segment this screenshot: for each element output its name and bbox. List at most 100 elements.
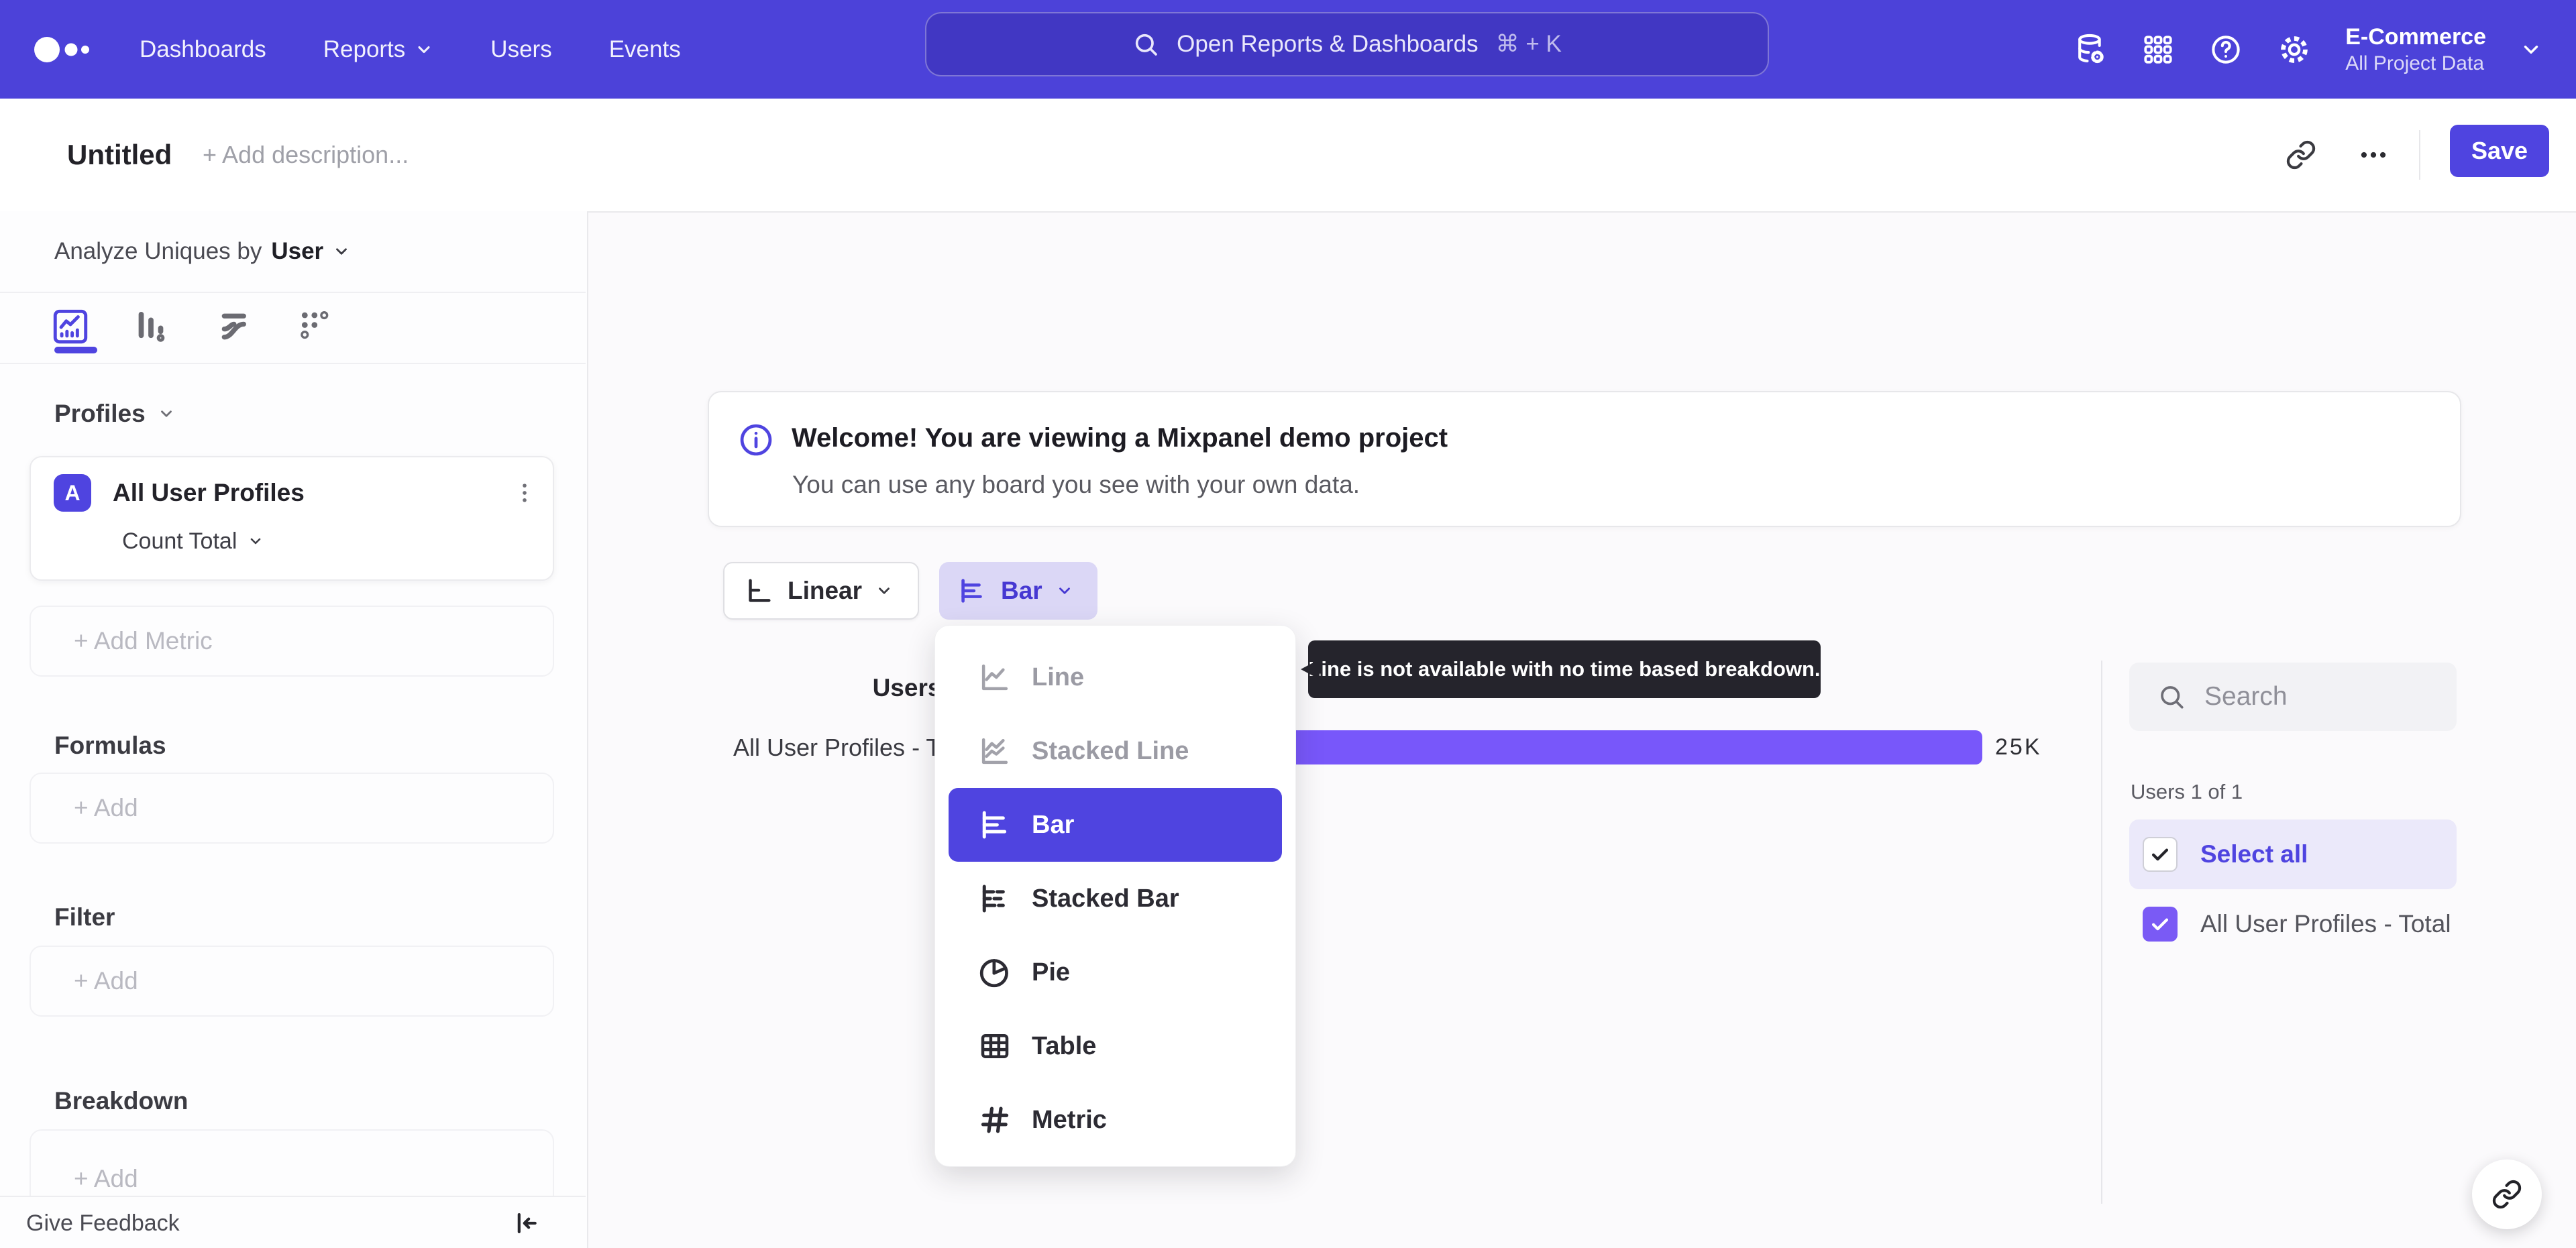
filter-label: Filter [54,903,115,931]
sidebar-footer: Give Feedback [0,1196,586,1248]
check-icon [2151,918,2169,931]
legend-panel-divider [2101,661,2102,1204]
analyze-entity-dropdown[interactable]: User [271,238,350,265]
line-chart-icon [981,664,1008,691]
menu-item-line[interactable]: Line [949,640,1282,714]
chevron-down-icon [418,46,430,53]
stacked-line-chart-icon [981,738,1008,764]
settings-gear-icon[interactable] [2277,32,2312,67]
chart-type-menu: Line Stacked Line Bar Stacked Bar Pie Ta… [934,625,1296,1167]
give-feedback-link[interactable]: Give Feedback [26,1197,180,1248]
scale-dropdown-button[interactable]: Linear [723,562,919,620]
nav-item-events[interactable]: Events [609,36,681,63]
share-link-fab[interactable] [2472,1159,2542,1229]
breakdown-label: Breakdown [54,1087,189,1115]
toolbar-divider [2419,130,2420,180]
metric-name[interactable]: All User Profiles [113,474,305,512]
add-formula-label: + Add [74,794,138,821]
search-placeholder: Open Reports & Dashboards [1177,31,1479,57]
metric-card: A All User Profiles Count Total [30,456,554,581]
data-management-icon[interactable] [2073,32,2108,67]
menu-item-metric[interactable]: Metric [949,1083,1282,1157]
select-all-checkbox[interactable] [2143,837,2178,872]
chart-type-dropdown-button[interactable]: Bar [939,562,1097,620]
mixpanel-logo[interactable] [32,34,97,66]
link-icon [2492,1180,2522,1209]
legend-item-checkbox[interactable] [2143,907,2178,942]
project-switcher[interactable]: E-Commerce All Project Data [2345,23,2486,76]
metric-letter-badge: A [54,474,91,512]
add-description-button[interactable]: + Add description... [203,99,409,211]
select-all-row[interactable]: Select all [2129,819,2457,889]
apps-grid-icon[interactable] [2141,33,2175,66]
nav-label: Users [490,36,552,62]
formulas-label: Formulas [54,732,166,759]
chevron-down-icon [1059,587,1070,594]
copy-link-button[interactable] [2279,131,2322,178]
mixpanel-app: Dashboards Reports Users Events Open Rep… [0,0,2576,1248]
help-icon[interactable] [2208,32,2243,67]
project-scope: All Project Data [2345,52,2484,74]
info-icon [738,422,774,458]
sidebar-divider [0,363,586,364]
legend-item-label: All User Profiles - Total [2200,910,2451,938]
chevron-down-icon [879,587,890,594]
collapse-sidebar-button[interactable] [502,1197,549,1248]
menu-item-pie[interactable]: Pie [949,935,1282,1009]
profiles-section-header[interactable]: Profiles [54,397,175,431]
menu-item-bar[interactable]: Bar [949,788,1282,862]
nav-item-dashboards[interactable]: Dashboards [140,36,266,63]
stacked-bar-chart-icon [982,885,1005,913]
chevron-down-icon [251,538,261,545]
save-button[interactable]: Save [2450,125,2549,177]
tab-flows[interactable] [211,303,258,350]
chart-users-column-header: Users [872,674,942,701]
add-metric-card[interactable]: + Add Metric [30,606,554,677]
chevron-down-icon [336,248,347,255]
disabled-option-tooltip: Line is not available with no time based… [1308,640,1821,698]
nav-item-reports[interactable]: Reports [323,36,434,63]
check-icon [2151,848,2169,861]
analyze-uniques-row: Analyze Uniques by User [54,228,350,275]
menu-label: Stacked Line [1032,736,1189,765]
chart-type-label: Bar [1001,577,1042,604]
more-actions-button[interactable] [2347,131,2400,178]
menu-label: Table [1032,1031,1097,1060]
menu-label: Metric [1032,1105,1107,1134]
add-metric-label: + Add Metric [74,627,213,655]
top-navbar: Dashboards Reports Users Events Open Rep… [0,0,2576,99]
collapse-left-icon [517,1213,537,1233]
report-title[interactable]: Untitled [67,99,172,211]
menu-item-stacked-bar[interactable]: Stacked Bar [949,862,1282,935]
demo-project-banner [708,391,2461,527]
legend-count-label: Users 1 of 1 [2131,780,2243,803]
legend-search-input[interactable] [2203,681,2427,712]
global-search-button[interactable]: Open Reports & Dashboards ⌘ + K [925,12,1769,76]
tab-retention[interactable] [292,303,339,350]
tooltip-text: Line is not available with no time based… [1308,657,1821,681]
add-filter-card[interactable]: + Add [30,946,554,1017]
scale-label: Linear [788,577,863,604]
pie-chart-icon [979,959,1008,988]
metric-aggregation-dropdown[interactable]: Count Total [122,524,264,558]
menu-item-table[interactable]: Table [949,1009,1282,1083]
nav-label: Dashboards [140,36,266,62]
menu-label: Line [1032,663,1085,691]
nav-item-users[interactable]: Users [490,36,551,63]
analyze-prefix: Analyze Uniques by [54,238,262,264]
tab-funnels[interactable] [127,303,174,350]
legend-search-box [2129,663,2457,731]
search-icon [1136,34,1158,56]
legend-item-row[interactable]: All User Profiles - Total [2129,898,2457,950]
search-icon [2161,686,2184,709]
chart-bar-value-label: 25K [1995,734,2042,760]
metric-kebab-menu[interactable] [506,474,543,512]
add-filter-label: + Add [74,967,138,995]
add-formula-card[interactable]: + Add [30,773,554,844]
chevron-down-icon [2524,45,2538,54]
menu-label: Pie [1032,958,1071,986]
banner-subtitle: You can use any board you see with your … [792,471,1360,498]
menu-item-stacked-line[interactable]: Stacked Line [949,714,1282,788]
nav-label: Reports [323,36,406,62]
tab-insights[interactable] [47,303,94,350]
